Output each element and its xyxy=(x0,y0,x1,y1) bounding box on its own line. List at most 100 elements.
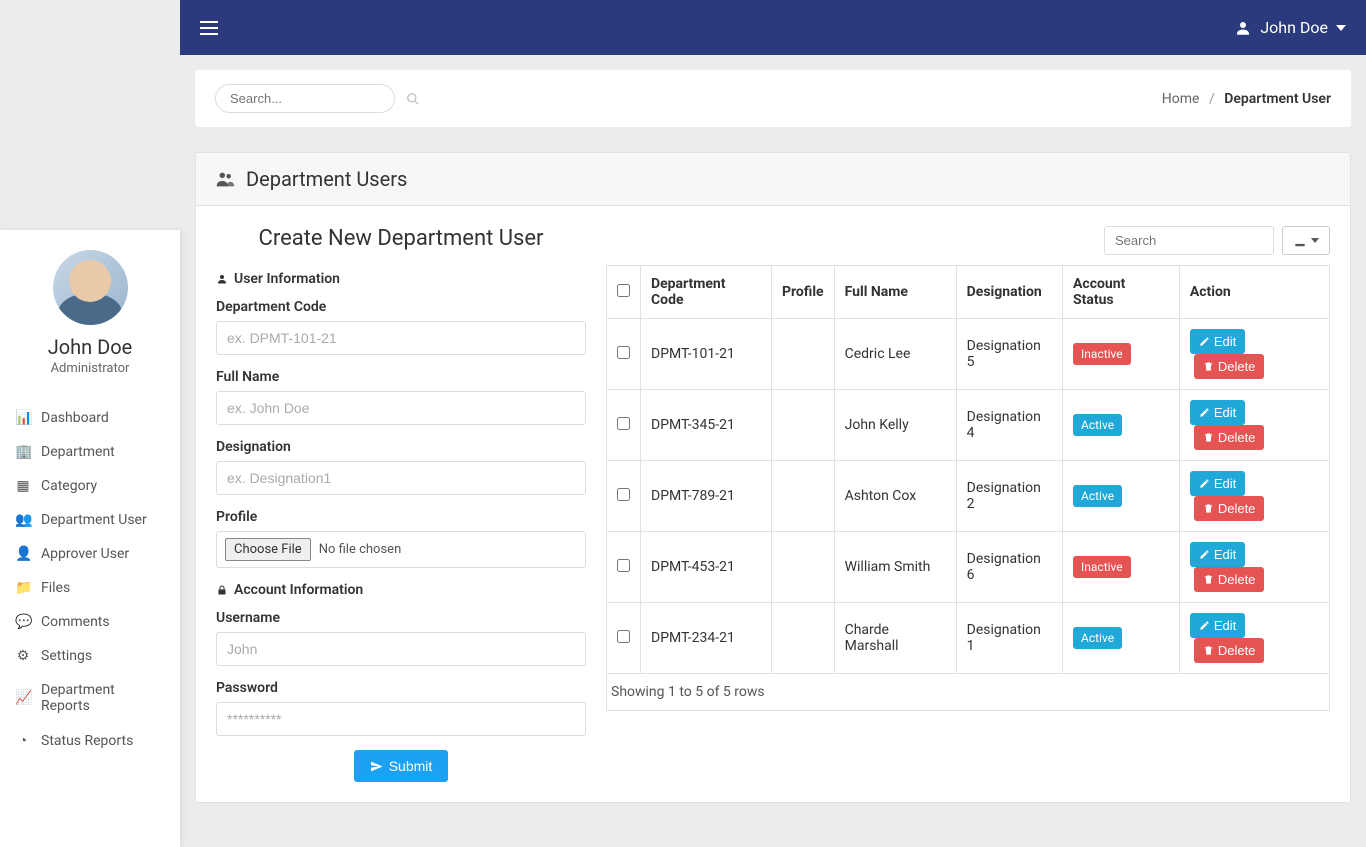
edit-button[interactable]: Edit xyxy=(1190,542,1245,567)
cell-designation: Designation 1 xyxy=(956,603,1062,674)
status-badge: Inactive xyxy=(1073,343,1131,365)
row-checkbox[interactable] xyxy=(617,488,630,501)
table-search-input[interactable] xyxy=(1104,226,1274,255)
row-checkbox[interactable] xyxy=(617,630,630,643)
table-row: DPMT-453-21William SmithDesignation 6Ina… xyxy=(607,532,1330,603)
user-icon: 👤 xyxy=(15,546,31,562)
export-button[interactable] xyxy=(1282,226,1330,255)
panel-title: Department Users xyxy=(246,167,407,191)
delete-button[interactable]: Delete xyxy=(1194,425,1265,450)
row-checkbox[interactable] xyxy=(617,346,630,359)
pie-chart-icon: ◔ xyxy=(15,732,31,749)
cell-fullname: John Kelly xyxy=(834,390,956,461)
pencil-icon xyxy=(1199,549,1210,560)
th-designation[interactable]: Designation xyxy=(956,266,1062,319)
status-badge: Inactive xyxy=(1073,556,1131,578)
search-input[interactable] xyxy=(230,91,406,106)
cell-dept-code: DPMT-234-21 xyxy=(641,603,772,674)
pencil-icon xyxy=(1199,407,1210,418)
row-checkbox[interactable] xyxy=(617,559,630,572)
users-icon xyxy=(214,168,236,190)
sidebar-item-comments[interactable]: 💬Comments xyxy=(0,605,180,639)
sidebar-item-status-reports[interactable]: ◔ Status Reports xyxy=(0,723,180,758)
breadcrumb-separator: / xyxy=(1209,91,1215,107)
status-badge: Active xyxy=(1073,414,1122,436)
submit-button[interactable]: Submit xyxy=(354,750,449,782)
profile-file-input[interactable]: Choose File No file chosen xyxy=(216,531,586,568)
th-dept-code[interactable]: Department Code xyxy=(641,266,772,319)
cell-status: Inactive xyxy=(1063,319,1180,390)
create-user-form: Create New Department User User Informat… xyxy=(216,226,586,782)
password-input[interactable] xyxy=(216,702,586,736)
sidebar-item-department[interactable]: 🏢Department xyxy=(0,435,180,469)
cell-fullname: Ashton Cox xyxy=(834,461,956,532)
breadcrumb-home[interactable]: Home xyxy=(1162,91,1200,107)
trash-icon xyxy=(1203,645,1214,656)
pencil-icon xyxy=(1199,336,1210,347)
edit-button[interactable]: Edit xyxy=(1190,400,1245,425)
sidebar-item-department-user[interactable]: 👥Department User xyxy=(0,503,180,537)
menu-toggle-button[interactable] xyxy=(200,21,218,35)
edit-button[interactable]: Edit xyxy=(1190,329,1245,354)
cell-designation: Designation 2 xyxy=(956,461,1062,532)
lock-icon xyxy=(216,584,228,596)
sidebar-item-dashboard[interactable]: 📊Dashboard xyxy=(0,401,180,435)
sidebar-item-department-reports[interactable]: 📈Department Reports xyxy=(0,673,180,723)
topbar-user-name: John Doe xyxy=(1260,18,1328,37)
delete-button[interactable]: Delete xyxy=(1194,496,1265,521)
designation-input[interactable] xyxy=(216,461,586,495)
table-row: DPMT-345-21John KellyDesignation 4Active… xyxy=(607,390,1330,461)
form-title: Create New Department User xyxy=(216,226,586,251)
dept-code-input[interactable] xyxy=(216,321,586,355)
cell-action: EditDelete xyxy=(1179,390,1329,461)
sidebar-item-label: Status Reports xyxy=(41,733,133,749)
sidebar-item-files[interactable]: 📁Files xyxy=(0,571,180,605)
delete-button[interactable]: Delete xyxy=(1194,638,1265,663)
password-label: Password xyxy=(216,680,586,696)
dept-code-label: Department Code xyxy=(216,299,586,315)
row-checkbox[interactable] xyxy=(617,417,630,430)
th-fullname[interactable]: Full Name xyxy=(834,266,956,319)
edit-button[interactable]: Edit xyxy=(1190,471,1245,496)
fullname-label: Full Name xyxy=(216,369,586,385)
status-badge: Active xyxy=(1073,485,1122,507)
cell-fullname: Charde Marshall xyxy=(834,603,956,674)
cell-dept-code: DPMT-345-21 xyxy=(641,390,772,461)
username-input[interactable] xyxy=(216,632,586,666)
export-icon xyxy=(1293,234,1307,248)
select-all-checkbox[interactable] xyxy=(617,284,630,297)
trash-icon xyxy=(1203,574,1214,585)
choose-file-button[interactable]: Choose File xyxy=(225,538,311,561)
section-user-info: User Information xyxy=(216,271,586,287)
user-menu[interactable]: John Doe xyxy=(1234,18,1346,37)
users-table: Department Code Profile Full Name Design… xyxy=(606,265,1330,674)
sidebar-item-label: Department Reports xyxy=(41,682,165,714)
th-profile[interactable]: Profile xyxy=(771,266,834,319)
status-badge: Active xyxy=(1073,627,1122,649)
grid-icon: ▦ xyxy=(15,478,31,494)
building-icon: 🏢 xyxy=(15,444,31,460)
chevron-down-icon xyxy=(1336,25,1346,31)
search-icon[interactable] xyxy=(406,92,420,106)
sidebar-item-settings[interactable]: ⚙Settings xyxy=(0,639,180,673)
sidebar-item-approver-user[interactable]: 👤Approver User xyxy=(0,537,180,571)
th-action[interactable]: Action xyxy=(1179,266,1329,319)
profile-name: John Doe xyxy=(10,335,170,359)
folder-icon: 📁 xyxy=(15,580,31,596)
chevron-down-icon xyxy=(1311,238,1319,243)
delete-button[interactable]: Delete xyxy=(1194,567,1265,592)
sidebar-item-label: Settings xyxy=(41,648,92,664)
profile-role: Administrator xyxy=(10,361,170,376)
designation-label: Designation xyxy=(216,439,586,455)
fullname-input[interactable] xyxy=(216,391,586,425)
edit-button[interactable]: Edit xyxy=(1190,613,1245,638)
sidebar-item-category[interactable]: ▦Category xyxy=(0,469,180,503)
delete-button[interactable]: Delete xyxy=(1194,354,1265,379)
cell-dept-code: DPMT-101-21 xyxy=(641,319,772,390)
table-row: DPMT-789-21Ashton CoxDesignation 2Active… xyxy=(607,461,1330,532)
paper-plane-icon xyxy=(370,760,383,773)
username-label: Username xyxy=(216,610,586,626)
table-row: DPMT-101-21Cedric LeeDesignation 5Inacti… xyxy=(607,319,1330,390)
th-status[interactable]: Account Status xyxy=(1063,266,1180,319)
cell-profile xyxy=(771,461,834,532)
